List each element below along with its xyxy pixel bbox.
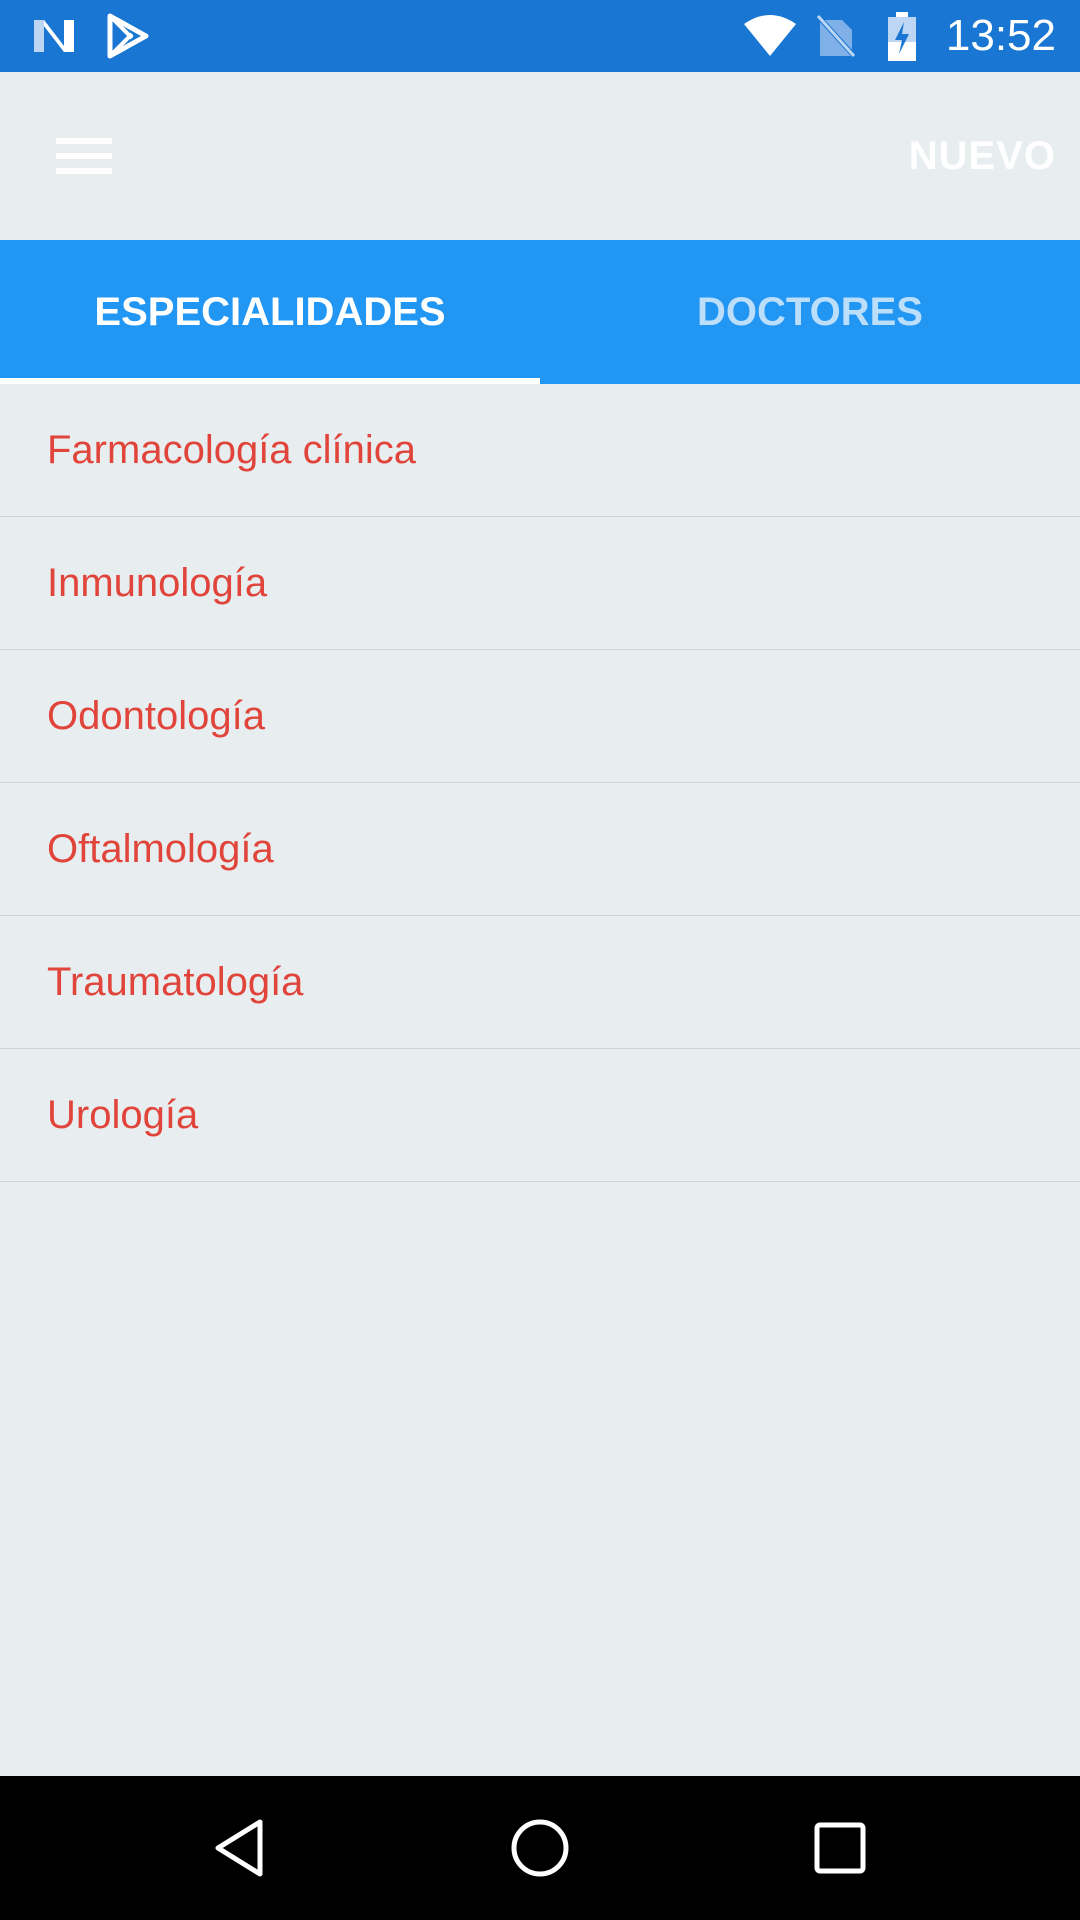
wifi-icon bbox=[742, 12, 798, 65]
list-item[interactable]: Inmunología bbox=[0, 517, 1080, 650]
list-item[interactable]: Odontología bbox=[0, 650, 1080, 783]
back-icon bbox=[215, 1819, 263, 1877]
list-item-label: Oftalmología bbox=[47, 827, 274, 871]
back-button[interactable] bbox=[204, 1812, 276, 1884]
home-icon bbox=[511, 1819, 569, 1877]
tab-bar: ESPECIALIDADES DOCTORES bbox=[0, 240, 1080, 384]
menu-button[interactable] bbox=[40, 120, 128, 192]
list-item[interactable]: Oftalmología bbox=[0, 783, 1080, 916]
list-item[interactable]: Urología bbox=[0, 1049, 1080, 1182]
list-item-label: Urología bbox=[47, 1093, 199, 1137]
specialty-list: Farmacología clínica Inmunología Odontol… bbox=[0, 384, 1080, 1182]
navigation-bar bbox=[0, 1776, 1080, 1920]
n-notification-icon bbox=[30, 12, 78, 65]
list-item-label: Odontología bbox=[47, 694, 265, 738]
status-bar: 13:52 bbox=[0, 0, 1080, 72]
recents-button[interactable] bbox=[804, 1812, 876, 1884]
recents-icon bbox=[814, 1822, 866, 1874]
no-sim-icon bbox=[814, 12, 858, 65]
nuevo-button[interactable]: NUEVO bbox=[909, 128, 1056, 184]
list-item-label: Traumatología bbox=[47, 960, 304, 1004]
app-bar: NUEVO bbox=[0, 72, 1080, 240]
tab-doctores[interactable]: DOCTORES bbox=[540, 240, 1080, 384]
list-item-label: Farmacología clínica bbox=[47, 428, 417, 472]
list-item[interactable]: Traumatología bbox=[0, 916, 1080, 1049]
battery-charging-icon bbox=[886, 12, 918, 67]
status-clock: 13:52 bbox=[945, 11, 1056, 60]
home-button[interactable] bbox=[504, 1812, 576, 1884]
list-item-label: Inmunología bbox=[47, 561, 268, 605]
tab-especialidades[interactable]: ESPECIALIDADES bbox=[0, 240, 540, 384]
play-store-icon bbox=[104, 12, 152, 65]
list-item[interactable]: Farmacología clínica bbox=[0, 384, 1080, 517]
screen: 13:52 NUEVO ESPECIALIDADES DOCTORES Farm… bbox=[0, 0, 1080, 1920]
